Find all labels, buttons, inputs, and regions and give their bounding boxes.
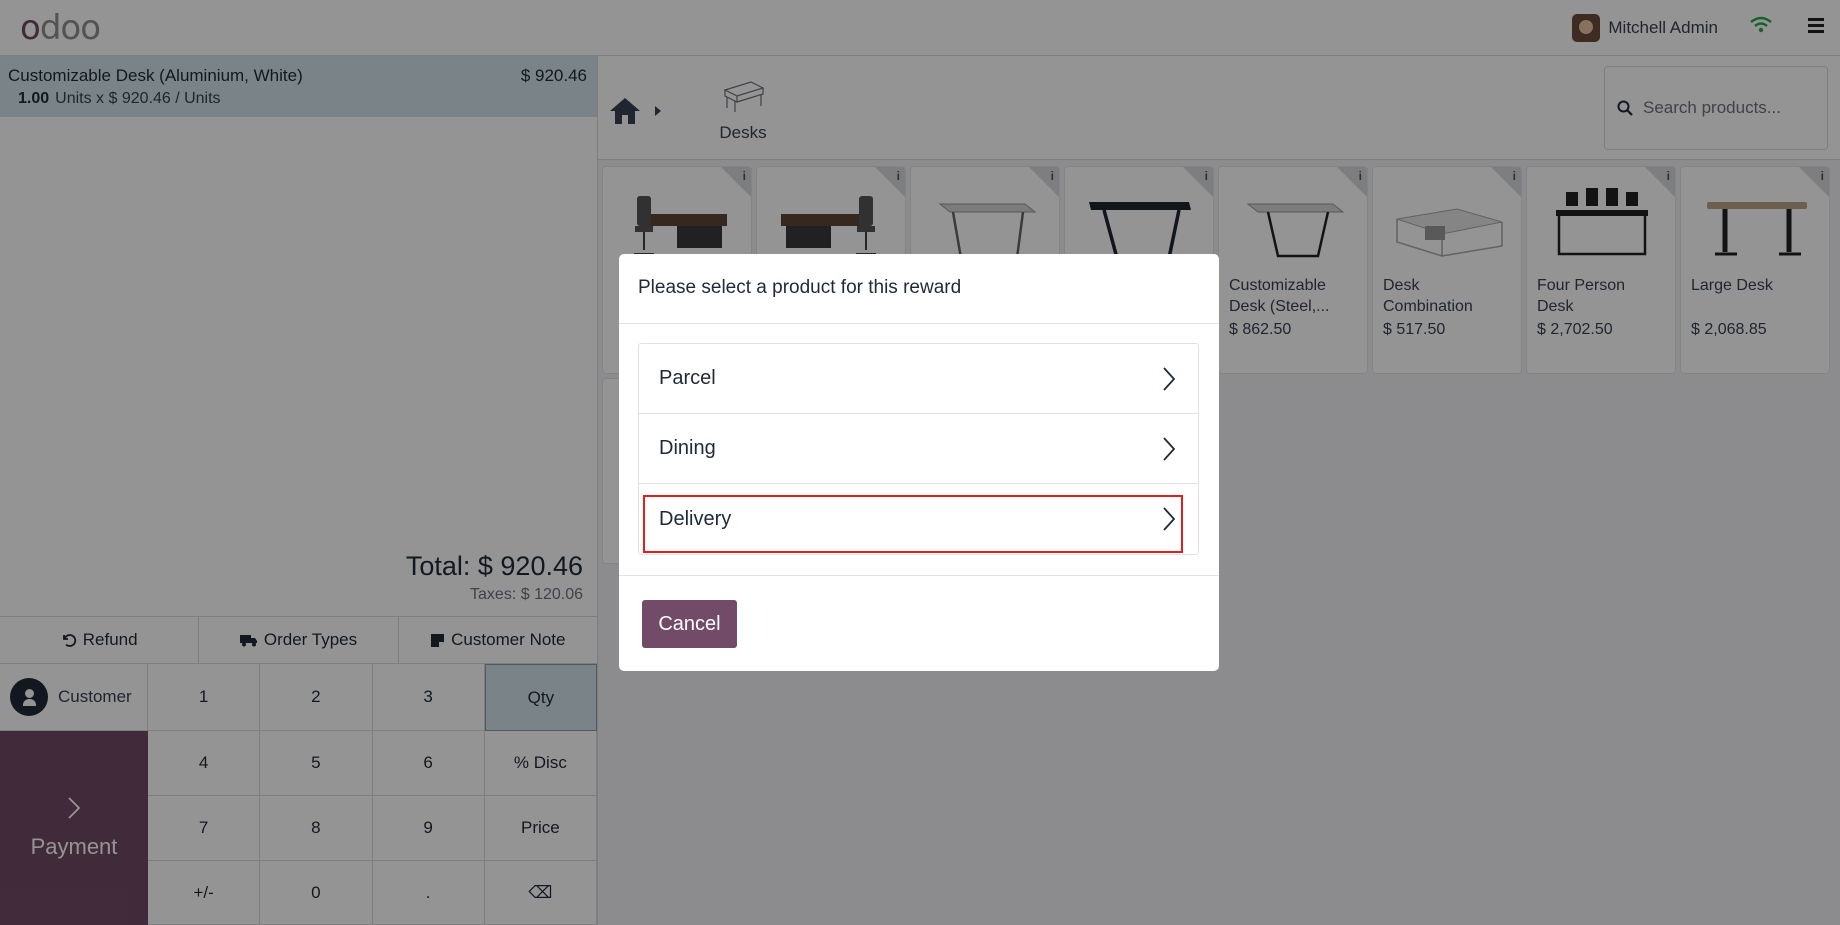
dialog-footer: Cancel [619, 575, 1219, 671]
reward-option-label: Parcel [659, 367, 716, 389]
dialog-title: Please select a product for this reward [619, 254, 1219, 324]
reward-product-list: Parcel Dining Delivery [638, 343, 1199, 555]
chevron-right-icon [1163, 507, 1176, 531]
reward-option-parcel[interactable]: Parcel [639, 344, 1198, 414]
reward-option-label: Delivery [659, 507, 732, 530]
reward-option-delivery[interactable]: Delivery [639, 484, 1198, 554]
chevron-right-icon [1163, 367, 1176, 391]
reward-option-label: Dining [659, 437, 716, 459]
chevron-right-icon [1163, 437, 1176, 461]
cancel-button[interactable]: Cancel [642, 600, 737, 648]
select-reward-product-dialog: Please select a product for this reward … [619, 254, 1219, 671]
reward-option-dining[interactable]: Dining [639, 414, 1198, 484]
